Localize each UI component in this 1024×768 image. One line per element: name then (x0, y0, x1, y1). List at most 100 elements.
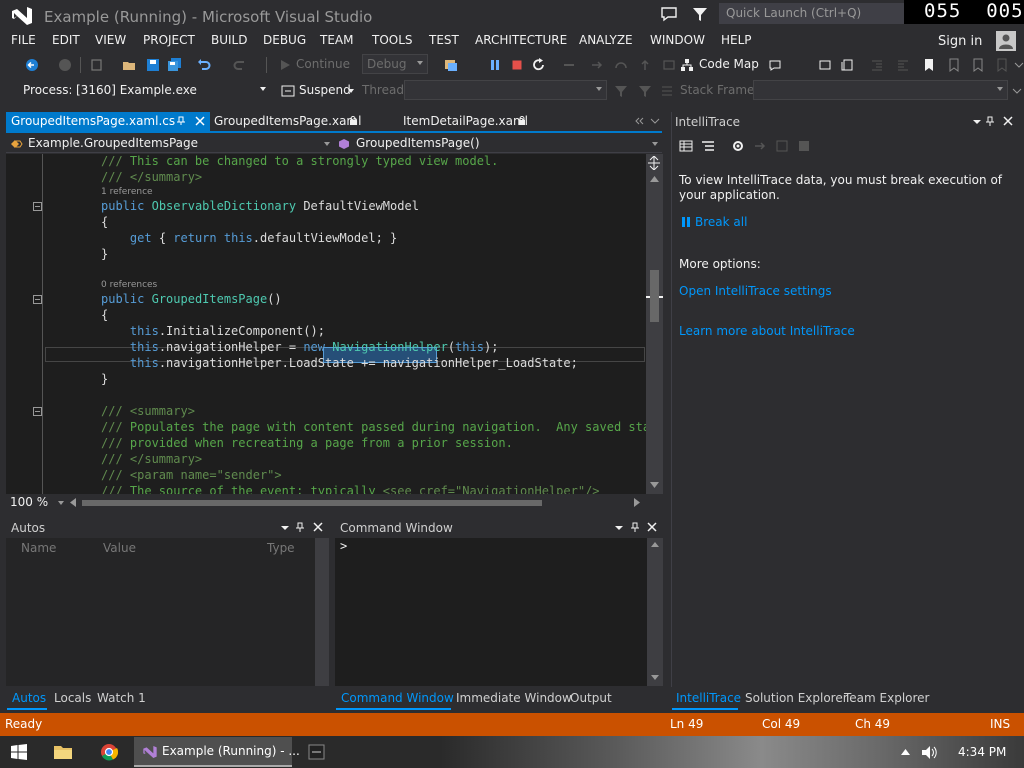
code-map-button[interactable]: Code Map (699, 57, 759, 71)
scroll-up-icon[interactable] (651, 542, 659, 547)
pin-tab-icon[interactable] (176, 116, 186, 126)
navigate-back-icon[interactable] (25, 58, 39, 72)
scroll-up-icon[interactable] (650, 176, 659, 182)
class-dropdown[interactable]: Example.GroupedItemsPage (10, 136, 330, 151)
debug-location-icon[interactable] (444, 58, 458, 72)
stack-frame-dropdown[interactable] (753, 80, 1008, 100)
thread-filter-icon[interactable] (614, 84, 628, 98)
continue-icon[interactable] (278, 58, 292, 72)
undo-icon[interactable] (197, 58, 211, 72)
menu-debug[interactable]: DEBUG (263, 33, 306, 47)
stack-frame-icon[interactable] (660, 84, 674, 98)
learn-more-link[interactable]: Learn more about IntelliTrace (679, 324, 855, 338)
toolbar-overflow-icon[interactable] (1010, 84, 1024, 98)
menu-help[interactable]: HELP (721, 33, 752, 47)
break-all-link[interactable]: Break all (695, 215, 747, 229)
hex-display-icon[interactable] (662, 58, 676, 72)
file-explorer-icon[interactable] (53, 743, 73, 761)
menu-file[interactable]: FILE (11, 33, 36, 47)
autos-scrollbar[interactable] (315, 538, 329, 686)
close-panel-icon[interactable] (313, 522, 323, 532)
member-dropdown[interactable]: GroupedItemsPage() (338, 136, 658, 151)
panel-menu-icon[interactable] (614, 523, 624, 533)
panel-menu-icon[interactable] (280, 523, 290, 533)
tab-grouped-items-page-xaml[interactable]: GroupedItemsPage.xaml (209, 112, 365, 131)
tab-item-detail-page-xaml[interactable]: ItemDetailPage.xaml (398, 112, 528, 131)
navigate-forward-icon[interactable] (58, 58, 72, 72)
step-over-icon[interactable] (614, 58, 628, 72)
sign-in-link[interactable]: Sign in (938, 34, 982, 49)
menu-project[interactable]: PROJECT (143, 33, 195, 47)
stop-debugging-icon[interactable] (510, 58, 524, 72)
column-header-type[interactable]: Type (267, 541, 295, 555)
code-map-icon[interactable] (680, 58, 694, 72)
prev-bookmark-icon[interactable] (946, 58, 960, 72)
save-all-icon[interactable] (168, 58, 182, 72)
scroll-down-icon[interactable] (650, 482, 659, 488)
thread-flag-icon[interactable] (638, 84, 652, 98)
step-into-icon[interactable] (590, 58, 604, 72)
menu-edit[interactable]: EDIT (52, 33, 80, 47)
pin-panel-icon[interactable] (295, 522, 305, 532)
menu-window[interactable]: WINDOW (650, 33, 705, 47)
show-hidden-icons-icon[interactable] (901, 749, 910, 755)
windows-start-icon[interactable] (11, 744, 27, 760)
next-arrow-icon[interactable] (753, 139, 767, 153)
column-header-value[interactable]: Value (103, 541, 136, 555)
thread-dropdown[interactable] (404, 80, 607, 100)
close-panel-icon[interactable] (647, 522, 657, 532)
bookmark-icon[interactable] (922, 58, 936, 72)
codelens-references[interactable]: 0 references (101, 280, 157, 290)
save-log-icon[interactable] (797, 139, 811, 153)
restart-icon[interactable] (532, 58, 546, 72)
open-file-icon[interactable] (122, 58, 136, 72)
calls-view-icon[interactable] (679, 139, 693, 153)
pin-panel-icon[interactable] (630, 522, 640, 532)
process-dropdown[interactable]: [3160] Example.exe (71, 80, 271, 100)
command-input-area[interactable] (335, 538, 647, 686)
scroll-tabs-left-icon[interactable] (634, 116, 644, 126)
vertical-scrollbar[interactable] (646, 154, 663, 494)
redo-icon[interactable] (233, 58, 247, 72)
indent-icon[interactable] (896, 58, 910, 72)
menu-test[interactable]: TEST (429, 33, 459, 47)
collapse-region-icon[interactable] (33, 407, 42, 416)
comment-icon[interactable] (768, 58, 782, 72)
suspend-icon[interactable] (281, 84, 295, 98)
menu-build[interactable]: BUILD (211, 33, 247, 47)
menu-architecture[interactable]: ARCHITECTURE (475, 33, 567, 47)
tab-autos[interactable]: Autos (12, 691, 46, 705)
tab-command-window[interactable]: Command Window (341, 691, 454, 705)
menu-tools[interactable]: TOOLS (372, 33, 413, 47)
tab-team-explorer[interactable]: Team Explorer (844, 691, 930, 705)
break-all-icon[interactable] (488, 58, 502, 72)
taskbar-clock[interactable]: 4:34 PM (958, 745, 1006, 759)
zoom-dropdown-arrow[interactable] (58, 501, 64, 505)
suspend-button[interactable]: Suspend (299, 83, 351, 97)
collapse-region-icon[interactable] (33, 295, 42, 304)
vertical-scroll-thumb[interactable] (650, 270, 659, 322)
volume-icon[interactable] (921, 745, 939, 760)
tab-locals[interactable]: Locals (54, 691, 91, 705)
settings-gear-icon[interactable] (731, 139, 745, 153)
store-icon[interactable] (308, 744, 325, 760)
step-out-icon[interactable] (638, 58, 652, 72)
scroll-left-icon[interactable] (70, 498, 76, 507)
account-icon[interactable] (996, 31, 1016, 51)
suspend-dropdown-arrow[interactable] (348, 89, 354, 93)
code-editor[interactable]: /// This can be changed to a strongly ty… (6, 154, 646, 494)
tab-watch-1[interactable]: Watch 1 (97, 691, 146, 705)
continue-button[interactable]: Continue (296, 57, 350, 71)
next-bookmark-icon[interactable] (970, 58, 984, 72)
codelens-references[interactable]: 1 reference (101, 187, 153, 197)
horizontal-scroll-thumb[interactable] (82, 500, 542, 506)
menu-team[interactable]: TEAM (320, 33, 353, 47)
save-icon[interactable] (146, 58, 160, 72)
tab-list-dropdown-icon[interactable] (650, 116, 660, 126)
column-header-name[interactable]: Name (21, 541, 56, 555)
quick-launch-input[interactable]: Quick Launch (Ctrl+Q) (719, 3, 904, 24)
scroll-right-icon[interactable] (634, 498, 640, 507)
menu-view[interactable]: VIEW (95, 33, 126, 47)
feedback-icon[interactable] (660, 5, 678, 23)
events-view-icon[interactable] (701, 139, 715, 153)
